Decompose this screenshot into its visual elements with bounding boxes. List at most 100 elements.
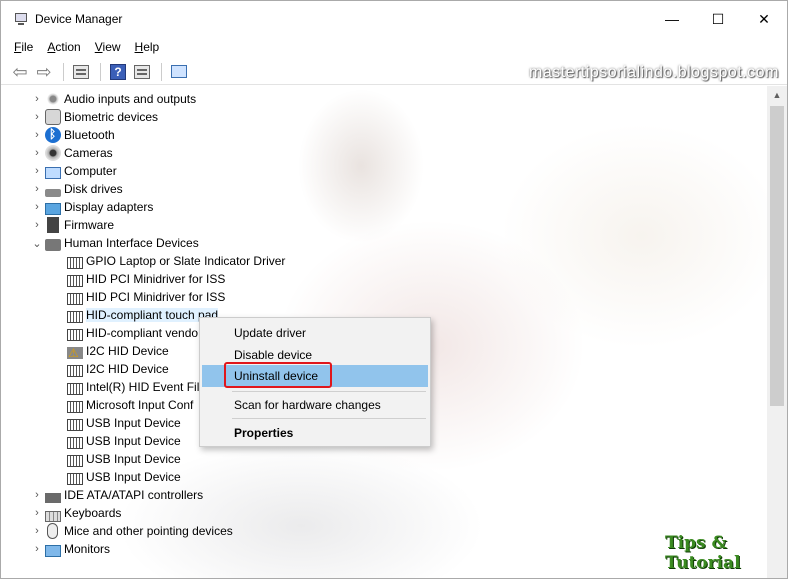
minimize-button[interactable]: — bbox=[649, 1, 695, 37]
hid-device-icon bbox=[67, 365, 83, 377]
console-tree-icon bbox=[73, 64, 89, 79]
scroll-up-arrow-icon[interactable]: ▲ bbox=[767, 86, 787, 103]
chevron-right-icon[interactable]: › bbox=[29, 486, 45, 504]
context-separator bbox=[232, 391, 426, 392]
help-button[interactable]: ? bbox=[107, 61, 129, 83]
context-update-driver[interactable]: Update driver bbox=[202, 322, 428, 344]
tree-item-hid-child[interactable]: HID-compliant vendo bbox=[67, 324, 198, 342]
close-button[interactable]: ✕ bbox=[741, 1, 787, 37]
chevron-right-icon[interactable]: › bbox=[29, 90, 45, 108]
device-manager-window: Device Manager — ☐ ✕ File Action View He… bbox=[0, 0, 788, 579]
monitor-scan-icon bbox=[171, 65, 187, 78]
context-properties[interactable]: Properties bbox=[202, 422, 428, 444]
tree-item-hid-child[interactable]: USB Input Device bbox=[67, 468, 181, 486]
tree-item-disk-drives[interactable]: › Disk drives bbox=[29, 180, 123, 198]
toolbar-separator bbox=[161, 62, 162, 81]
hid-device-icon bbox=[67, 257, 83, 269]
tree-item-audio[interactable]: › Audio inputs and outputs bbox=[29, 90, 196, 108]
scan-hardware-button[interactable] bbox=[168, 61, 190, 83]
toolbar-separator bbox=[63, 62, 64, 81]
hid-device-icon bbox=[67, 419, 83, 431]
forward-arrow-icon: ⇨ bbox=[36, 61, 52, 82]
chevron-right-icon[interactable]: › bbox=[29, 216, 45, 234]
menu-help[interactable]: Help bbox=[128, 40, 167, 54]
tree-item-bluetooth[interactable]: › Bluetooth bbox=[29, 126, 115, 144]
maximize-button[interactable]: ☐ bbox=[695, 1, 741, 37]
tree-item-biometric[interactable]: › Biometric devices bbox=[29, 108, 158, 126]
show-hide-console-tree-button[interactable] bbox=[70, 61, 92, 83]
chevron-right-icon[interactable]: › bbox=[29, 126, 45, 144]
highlight-annotation-box bbox=[224, 362, 332, 388]
mouse-icon bbox=[47, 523, 58, 539]
tree-item-computer[interactable]: › Computer bbox=[29, 162, 117, 180]
action-pane-icon bbox=[134, 64, 150, 79]
tree-item-display-adapters[interactable]: › Display adapters bbox=[29, 198, 153, 216]
tree-item-firmware[interactable]: › Firmware bbox=[29, 216, 114, 234]
chevron-right-icon[interactable]: › bbox=[29, 522, 45, 540]
help-icon: ? bbox=[110, 63, 126, 80]
back-arrow-icon: ⇦ bbox=[12, 61, 28, 82]
tree-item-hid-child[interactable]: HID PCI Minidriver for ISS bbox=[67, 270, 225, 288]
tree-item-hid-child[interactable]: USB Input Device bbox=[67, 432, 181, 450]
tree-item-hid-child[interactable]: USB Input Device bbox=[67, 414, 181, 432]
chevron-right-icon[interactable]: › bbox=[29, 108, 45, 126]
hid-device-icon bbox=[67, 329, 83, 341]
biometric-icon bbox=[45, 109, 61, 125]
bluetooth-icon bbox=[45, 127, 61, 143]
tree-item-hid-child[interactable]: Microsoft Input Conf bbox=[67, 396, 193, 414]
tree-item-hid-child[interactable]: HID PCI Minidriver for ISS bbox=[67, 288, 225, 306]
menu-file[interactable]: File bbox=[7, 40, 40, 54]
hid-device-icon bbox=[67, 275, 83, 287]
hid-device-icon bbox=[67, 401, 83, 413]
chevron-right-icon[interactable]: › bbox=[29, 180, 45, 198]
computer-icon bbox=[45, 167, 61, 179]
firmware-icon bbox=[47, 217, 59, 233]
context-separator bbox=[232, 418, 426, 419]
tree-item-human-interface-devices[interactable]: ⌄ Human Interface Devices bbox=[29, 234, 199, 252]
display-icon bbox=[45, 203, 61, 215]
hid-device-icon bbox=[67, 473, 83, 485]
warning-device-icon bbox=[67, 346, 83, 360]
tree-item-hid-child[interactable]: GPIO Laptop or Slate Indicator Driver bbox=[67, 252, 285, 270]
menu-view[interactable]: View bbox=[88, 40, 128, 54]
vertical-scrollbar[interactable]: ▲ bbox=[767, 86, 787, 578]
forward-button[interactable]: ⇨ bbox=[33, 61, 55, 83]
context-scan-hardware[interactable]: Scan for hardware changes bbox=[202, 394, 428, 416]
tree-item-hid-child[interactable]: Intel(R) HID Event Filt bbox=[67, 378, 203, 396]
device-manager-icon bbox=[13, 11, 29, 27]
hid-device-icon bbox=[67, 437, 83, 449]
chevron-down-icon[interactable]: ⌄ bbox=[29, 234, 45, 252]
ide-icon bbox=[45, 493, 61, 503]
menu-action[interactable]: Action bbox=[40, 40, 87, 54]
audio-icon bbox=[45, 91, 61, 107]
disk-icon bbox=[45, 189, 61, 197]
toolbar-separator bbox=[100, 62, 101, 81]
hid-device-icon bbox=[67, 293, 83, 305]
chevron-right-icon[interactable]: › bbox=[29, 144, 45, 162]
chevron-right-icon[interactable]: › bbox=[29, 540, 45, 558]
action-pane-button[interactable] bbox=[131, 61, 153, 83]
back-button[interactable]: ⇦ bbox=[9, 61, 31, 83]
tree-item-hid-child[interactable]: USB Input Device bbox=[67, 450, 181, 468]
hid-device-icon bbox=[67, 311, 83, 323]
chevron-right-icon[interactable]: › bbox=[29, 198, 45, 216]
tree-item-ide-ata[interactable]: › IDE ATA/ATAPI controllers bbox=[29, 486, 203, 504]
chevron-right-icon[interactable]: › bbox=[29, 162, 45, 180]
window-title: Device Manager bbox=[35, 12, 123, 26]
chevron-right-icon[interactable]: › bbox=[29, 504, 45, 522]
title-bar[interactable]: Device Manager — ☐ ✕ bbox=[1, 1, 787, 37]
tree-item-hid-child[interactable]: I2C HID Device bbox=[67, 360, 169, 378]
tree-item-keyboards[interactable]: › Keyboards bbox=[29, 504, 121, 522]
tree-item-monitors[interactable]: › Monitors bbox=[29, 540, 110, 558]
hid-device-icon bbox=[67, 455, 83, 467]
scrollbar-thumb[interactable] bbox=[770, 106, 784, 406]
site-watermark: mastertipsorialindo.blogspot.com bbox=[529, 64, 779, 81]
tree-item-hid-touch-pad[interactable]: HID-compliant touch pad bbox=[67, 306, 219, 324]
hid-icon bbox=[45, 239, 61, 251]
tree-item-mice[interactable]: › Mice and other pointing devices bbox=[29, 522, 233, 540]
camera-icon bbox=[45, 145, 61, 161]
tree-item-cameras[interactable]: › Cameras bbox=[29, 144, 113, 162]
monitor-icon bbox=[45, 545, 61, 557]
tree-item-i2c-hid-warning[interactable]: I2C HID Device bbox=[67, 342, 169, 360]
hid-device-icon bbox=[67, 383, 83, 395]
